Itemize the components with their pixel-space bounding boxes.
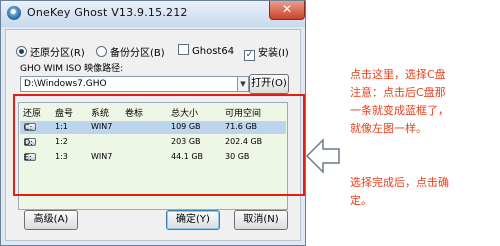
note-line: 点击这里，选择C盘 [350, 68, 446, 81]
note-line: 就像左图一样。 [350, 122, 427, 135]
backup-partition-radio[interactable]: 备份分区(B) [96, 44, 165, 59]
cancel-button[interactable]: 取消(N) [234, 210, 288, 230]
note-line: 定。 [350, 194, 372, 207]
image-path-input[interactable]: D:\Windows7.GHO [20, 76, 238, 92]
note-line: 一条就变成蓝框了， [350, 104, 449, 117]
window-title: OneKey Ghost V13.9.15.212 [27, 6, 188, 19]
restore-label: 还原分区(R) [30, 48, 85, 59]
install-checkbox[interactable]: ✓ 安装(I) [244, 44, 289, 61]
checkbox-unchecked-icon [178, 44, 189, 55]
install-label: 安装(I) [258, 48, 289, 59]
radio-unselected-icon [96, 46, 107, 57]
note-line: 选择完成后，点击确 [350, 176, 449, 189]
close-button[interactable]: ✕ [269, 1, 305, 20]
left-arrow-icon [305, 138, 340, 174]
highlight-box [13, 94, 305, 196]
backup-label: 备份分区(B) [110, 48, 165, 59]
advanced-button[interactable]: 高级(A) [24, 210, 78, 230]
checkbox-checked-icon: ✓ [244, 50, 255, 61]
radio-selected-icon [16, 46, 27, 57]
app-icon [7, 6, 21, 20]
ghost64-label: Ghost64 [192, 46, 235, 57]
note-line: 注意：点击后C盘那 [350, 86, 446, 99]
open-button[interactable]: 打开(O) [249, 74, 289, 94]
ok-button[interactable]: 确定(Y) [166, 210, 220, 230]
image-path-label: GHO WIM ISO 映像路径: [20, 64, 124, 74]
instruction-note-1: 点击这里，选择C盘 注意：点击后C盘那 一条就变成蓝框了， 就像左图一样。 [350, 66, 449, 138]
instruction-note-2: 选择完成后，点击确 定。 [350, 174, 449, 210]
path-dropdown-button[interactable]: ▼ [238, 76, 249, 92]
restore-partition-radio[interactable]: 还原分区(R) [16, 44, 85, 59]
ghost64-checkbox[interactable]: Ghost64 [178, 44, 234, 57]
title-bar: OneKey Ghost V13.9.15.212 ✕ [1, 1, 305, 27]
